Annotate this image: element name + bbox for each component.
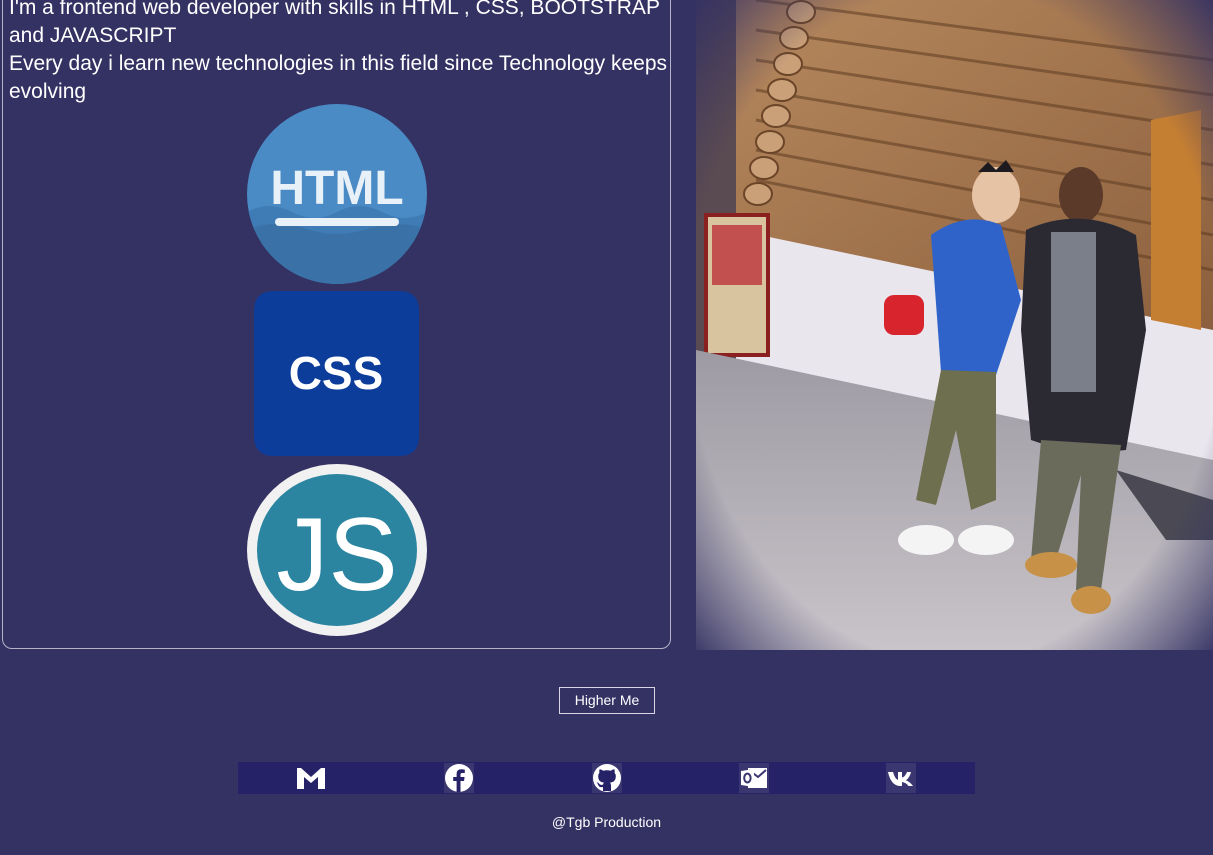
gmail-icon <box>297 768 325 789</box>
hire-me-button[interactable]: Higher Me <box>559 687 655 714</box>
js-logo-label: JS <box>276 497 397 613</box>
gmail-link[interactable] <box>296 762 326 794</box>
html-logo-label: HTML <box>270 162 403 215</box>
facebook-icon <box>444 763 474 793</box>
footer-credit: @Tgb Production <box>551 814 662 830</box>
social-links-bar <box>238 762 975 794</box>
js-logo-icon: JS <box>247 464 427 636</box>
html-logo-icon: HTML <box>247 104 427 284</box>
github-link[interactable] <box>592 762 622 794</box>
facebook-link[interactable] <box>444 762 474 794</box>
css-logo-icon: CSS <box>254 291 419 456</box>
about-text: I'm a frontend web developer with skills… <box>9 0 669 106</box>
profile-photo <box>696 0 1213 650</box>
outlook-mail-icon <box>739 763 769 793</box>
github-icon <box>592 763 622 793</box>
about-intro-text: I'm a frontend web developer with skills… <box>9 0 660 47</box>
vk-icon <box>886 763 916 793</box>
css-logo-label: CSS <box>289 347 384 399</box>
vk-link[interactable] <box>886 762 916 794</box>
outlook-mail-link[interactable] <box>739 762 769 794</box>
about-learning-text: Every day i learn new technologies in th… <box>9 52 667 103</box>
